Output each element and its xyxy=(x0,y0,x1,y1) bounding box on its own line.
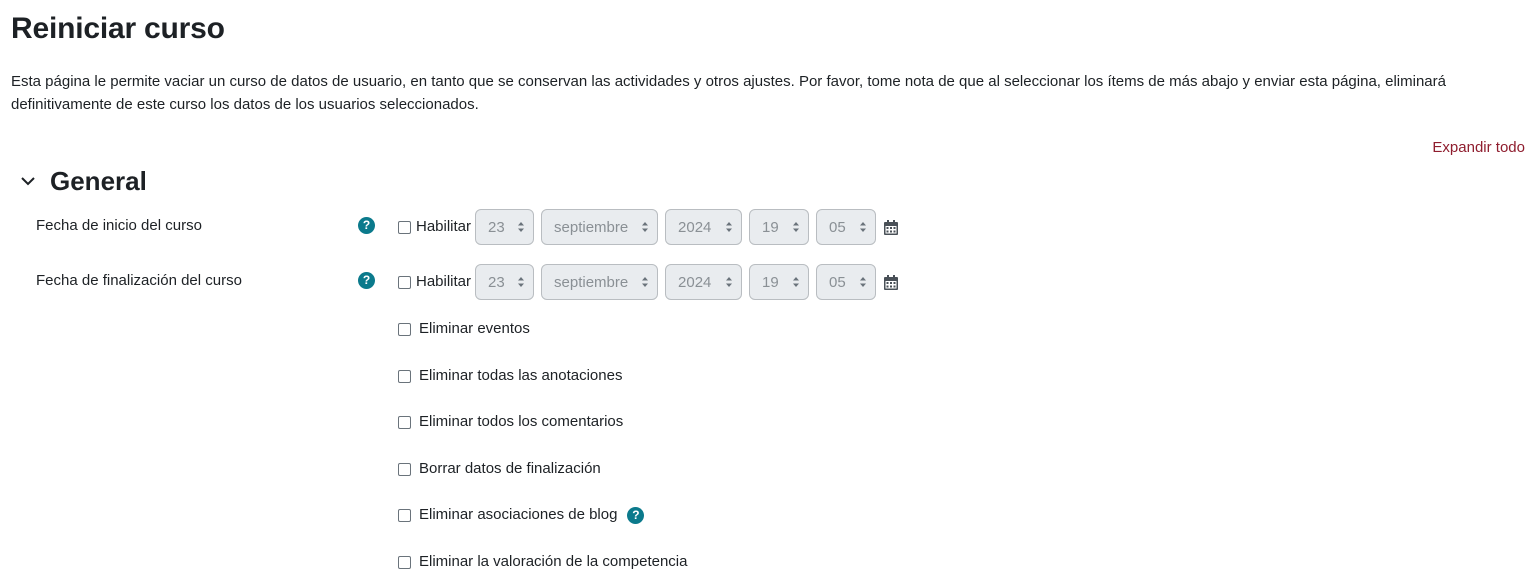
option-label: Eliminar todas las anotaciones xyxy=(419,367,623,384)
select-value: 19 xyxy=(762,218,779,236)
start-date-minute-select[interactable]: 05 xyxy=(816,209,877,245)
start-date-year-select[interactable]: 2024 xyxy=(665,209,743,245)
page-intro: Esta página le permite vaciar un curso d… xyxy=(11,73,1446,113)
end-date-label: Fecha de finalización del curso xyxy=(36,272,242,289)
sort-arrows-icon xyxy=(726,277,733,287)
calendar-icon[interactable] xyxy=(884,219,899,235)
option-delete-events[interactable]: Eliminar eventos xyxy=(398,318,530,340)
option-checkbox[interactable] xyxy=(398,415,411,429)
end-date-controls: Habilitar 23 septiembre 2024 19 05 xyxy=(398,263,899,301)
sort-arrows-icon xyxy=(518,222,525,232)
select-value: 05 xyxy=(829,218,846,236)
help-icon[interactable]: ? xyxy=(358,272,375,289)
option-label: Eliminar eventos xyxy=(419,320,530,337)
reset-course-page: Reiniciar curso Esta página le permite v… xyxy=(0,0,1534,584)
option-label: Borrar datos de finalización xyxy=(419,460,601,477)
end-date-month-select[interactable]: septiembre xyxy=(541,264,659,300)
select-value: 23 xyxy=(488,218,505,236)
option-delete-notes[interactable]: Eliminar todas las anotaciones xyxy=(398,365,622,387)
end-date-enable-label: Habilitar xyxy=(416,273,472,290)
end-date-year-select[interactable]: 2024 xyxy=(665,264,743,300)
sort-arrows-icon xyxy=(642,277,649,287)
sort-arrows-icon xyxy=(726,222,733,232)
end-date-minute-select[interactable]: 05 xyxy=(816,264,877,300)
end-date-day-select[interactable]: 23 xyxy=(475,264,535,300)
end-date-row: Fecha de finalización del curso ? Habili… xyxy=(0,263,1534,301)
sort-arrows-icon xyxy=(642,222,649,232)
option-label: Eliminar la valoración de la competencia xyxy=(419,553,688,570)
option-delete-comments[interactable]: Eliminar todos los comentarios xyxy=(398,411,623,433)
sort-arrows-icon xyxy=(793,277,800,287)
start-date-hour-select[interactable]: 19 xyxy=(749,209,810,245)
select-value: septiembre xyxy=(554,218,629,236)
option-checkbox[interactable] xyxy=(398,462,411,476)
help-icon[interactable]: ? xyxy=(627,506,645,524)
sort-arrows-icon xyxy=(860,277,867,287)
help-icon[interactable]: ? xyxy=(358,217,375,234)
start-date-month-select[interactable]: septiembre xyxy=(541,209,659,245)
expand-all-link[interactable]: Expandir todo xyxy=(1432,138,1525,158)
start-date-row: Fecha de inicio del curso ? Habilitar 23… xyxy=(0,208,1534,246)
sort-arrows-icon xyxy=(793,222,800,232)
chevron-down-icon[interactable] xyxy=(18,171,38,191)
start-date-enable-checkbox[interactable] xyxy=(398,220,411,234)
page-title: Reiniciar curso xyxy=(11,12,225,45)
section-general-header[interactable]: General xyxy=(18,164,147,198)
sort-arrows-icon xyxy=(860,222,867,232)
select-value: septiembre xyxy=(554,273,629,291)
start-date-day-select[interactable]: 23 xyxy=(475,209,535,245)
select-value: 2024 xyxy=(678,273,712,291)
end-date-enable-checkbox[interactable] xyxy=(398,275,411,289)
option-delete-blog-associations[interactable]: Eliminar asociaciones de blog ? xyxy=(398,504,645,526)
end-date-hour-select[interactable]: 19 xyxy=(749,264,810,300)
select-value: 23 xyxy=(488,273,505,291)
option-label: Eliminar todos los comentarios xyxy=(419,413,624,430)
option-label: Eliminar asociaciones de blog xyxy=(419,506,618,523)
option-delete-completion[interactable]: Borrar datos de finalización xyxy=(398,458,601,480)
start-date-controls: Habilitar 23 septiembre 2024 19 05 xyxy=(398,208,899,246)
option-checkbox[interactable] xyxy=(398,555,411,569)
select-value: 05 xyxy=(829,273,846,291)
option-checkbox[interactable] xyxy=(398,369,411,383)
option-checkbox[interactable] xyxy=(398,322,411,336)
option-delete-competency-ratings[interactable]: Eliminar la valoración de la competencia xyxy=(398,551,687,573)
option-checkbox[interactable] xyxy=(398,508,411,522)
select-value: 2024 xyxy=(678,218,712,236)
start-date-label: Fecha de inicio del curso xyxy=(36,217,202,234)
sort-arrows-icon xyxy=(518,277,525,287)
section-title: General xyxy=(50,166,147,196)
select-value: 19 xyxy=(762,273,779,291)
calendar-icon[interactable] xyxy=(884,274,899,290)
start-date-enable-label: Habilitar xyxy=(416,218,472,235)
